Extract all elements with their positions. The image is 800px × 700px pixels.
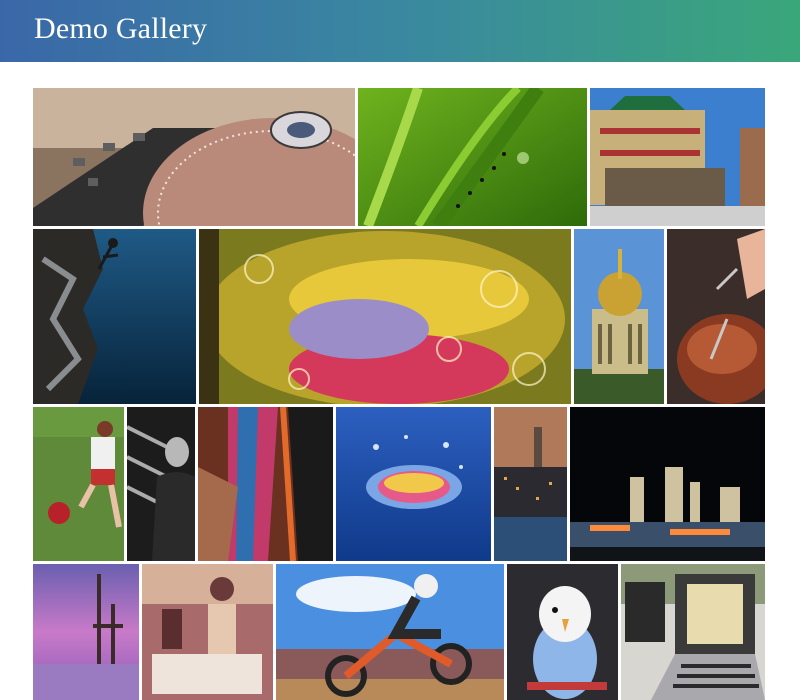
portrait-photo-icon	[127, 407, 195, 561]
bubbles-photo-icon	[199, 229, 571, 404]
photo-vegas-night[interactable]	[570, 407, 765, 561]
splash-photo-icon	[336, 407, 491, 561]
photo-climber[interactable]	[33, 229, 196, 404]
vintage-photo-icon	[142, 564, 273, 700]
skyline-photo-icon	[494, 407, 567, 561]
dome-photo-icon	[574, 229, 664, 404]
photo-water-drop[interactable]	[336, 407, 491, 561]
climber-photo-icon	[33, 229, 196, 404]
photo-vintage-woman[interactable]	[142, 564, 273, 700]
photo-turntable[interactable]	[33, 88, 355, 226]
photo-grass-ants[interactable]	[358, 88, 587, 226]
motocross-photo-icon	[276, 564, 504, 700]
photo-oil-water[interactable]	[199, 229, 571, 404]
city-night-photo-icon	[570, 407, 765, 561]
turntable-photo-icon	[33, 88, 355, 226]
photo-soccer[interactable]	[33, 407, 124, 561]
photo-motocross[interactable]	[276, 564, 504, 700]
pagoda-photo-icon	[590, 88, 765, 226]
textile-photo-icon	[198, 407, 333, 561]
photo-gallery	[0, 0, 800, 700]
sunset-photo-icon	[33, 564, 139, 700]
photo-portrait-man[interactable]	[127, 407, 195, 561]
photo-laptops[interactable]	[621, 564, 765, 700]
parakeet-photo-icon	[507, 564, 618, 700]
soccer-photo-icon	[33, 407, 124, 561]
steak-photo-icon	[667, 229, 765, 404]
photo-textile[interactable]	[198, 407, 333, 561]
laptop-photo-icon	[621, 564, 765, 700]
photo-skyline[interactable]	[494, 407, 567, 561]
grass-photo-icon	[358, 88, 587, 226]
photo-dome[interactable]	[574, 229, 664, 404]
photo-steak[interactable]	[667, 229, 765, 404]
photo-parakeet[interactable]	[507, 564, 618, 700]
photo-sunset-lake[interactable]	[33, 564, 139, 700]
photo-chinatown[interactable]	[590, 88, 765, 226]
